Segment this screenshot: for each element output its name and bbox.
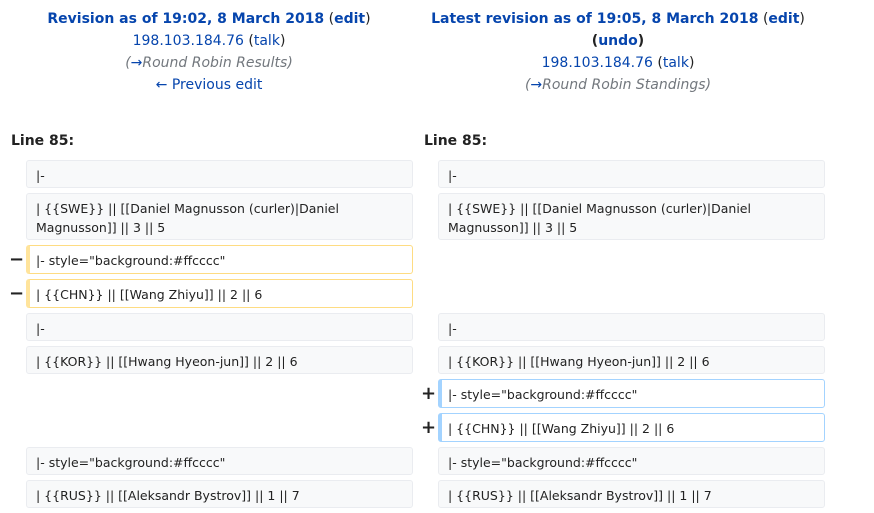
- diff-context-right: | {{SWE}} || [[Daniel Magnusson (curler)…: [438, 193, 825, 240]
- diff-added-line: | {{CHN}} || [[Wang Zhiyu]] || 2 || 6: [438, 413, 825, 442]
- plus-marker: +: [421, 417, 437, 438]
- paren-close: ): [365, 11, 371, 27]
- old-user-link[interactable]: 198.103.184.76: [133, 33, 244, 49]
- diff-deleted-line: |- style="background:#ffcccc": [26, 245, 413, 274]
- plus-marker: +: [421, 383, 437, 404]
- diff-context-left: |-: [26, 160, 413, 188]
- new-revision-link[interactable]: Latest revision as of 19:05, 8 March 201…: [431, 11, 758, 27]
- new-edit-summary: (→Round Robin Standings): [524, 77, 712, 93]
- diff-context-left: | {{RUS}} || [[Aleksandr Bystrov]] || 1 …: [26, 480, 413, 508]
- diff-context-left: | {{SWE}} || [[Daniel Magnusson (curler)…: [26, 193, 413, 240]
- diff-context-right: |-: [438, 313, 825, 341]
- diff-context-right: | {{RUS}} || [[Aleksandr Bystrov]] || 1 …: [438, 480, 825, 508]
- diff-context-right: | {{KOR}} || [[Hwang Hyeon-jun]] || 2 ||…: [438, 346, 825, 374]
- diff-deleted-line: | {{CHN}} || [[Wang Zhiyu]] || 2 || 6: [26, 279, 413, 308]
- section-arrow-link[interactable]: →: [131, 55, 143, 71]
- paren-close: ): [688, 55, 695, 71]
- new-talk-link[interactable]: talk: [663, 55, 689, 71]
- old-edit-summary: (→Round Robin Results): [125, 55, 293, 71]
- diff-context-right: |-: [438, 160, 825, 188]
- diff-context-left: | {{KOR}} || [[Hwang Hyeon-jun]] || 2 ||…: [26, 346, 413, 374]
- new-user-link[interactable]: 198.103.184.76: [542, 55, 653, 71]
- old-revision-link[interactable]: Revision as of 19:02, 8 March 2018: [47, 11, 324, 27]
- minus-marker: −: [9, 283, 25, 304]
- old-summary-text: Round Robin Results: [142, 55, 288, 71]
- new-revision-header: Latest revision as of 19:05, 8 March 201…: [412, 8, 824, 96]
- new-summary-text: Round Robin Standings: [542, 77, 706, 93]
- diff-added-line: |- style="background:#ffcccc": [438, 379, 825, 408]
- line-number-right: Line 85:: [424, 133, 488, 149]
- section-arrow-link[interactable]: →: [530, 77, 542, 93]
- paren-close: ): [279, 33, 286, 49]
- old-edit-link[interactable]: edit: [334, 11, 365, 27]
- new-edit-link[interactable]: edit: [768, 11, 799, 27]
- undo-link[interactable]: undo: [598, 33, 638, 49]
- diff-context-left: |- style="background:#ffcccc": [26, 447, 413, 475]
- minus-marker: −: [9, 249, 25, 270]
- diff-context-right: |- style="background:#ffcccc": [438, 447, 825, 475]
- old-talk-link[interactable]: talk: [254, 33, 280, 49]
- paren-close: ): [637, 33, 645, 49]
- paren-close: ): [799, 11, 805, 27]
- old-revision-header: Revision as of 19:02, 8 March 2018 (edit…: [0, 8, 418, 96]
- previous-edit-link[interactable]: ← Previous edit: [156, 77, 263, 93]
- diff-context-left: |-: [26, 313, 413, 341]
- line-number-left: Line 85:: [11, 133, 75, 149]
